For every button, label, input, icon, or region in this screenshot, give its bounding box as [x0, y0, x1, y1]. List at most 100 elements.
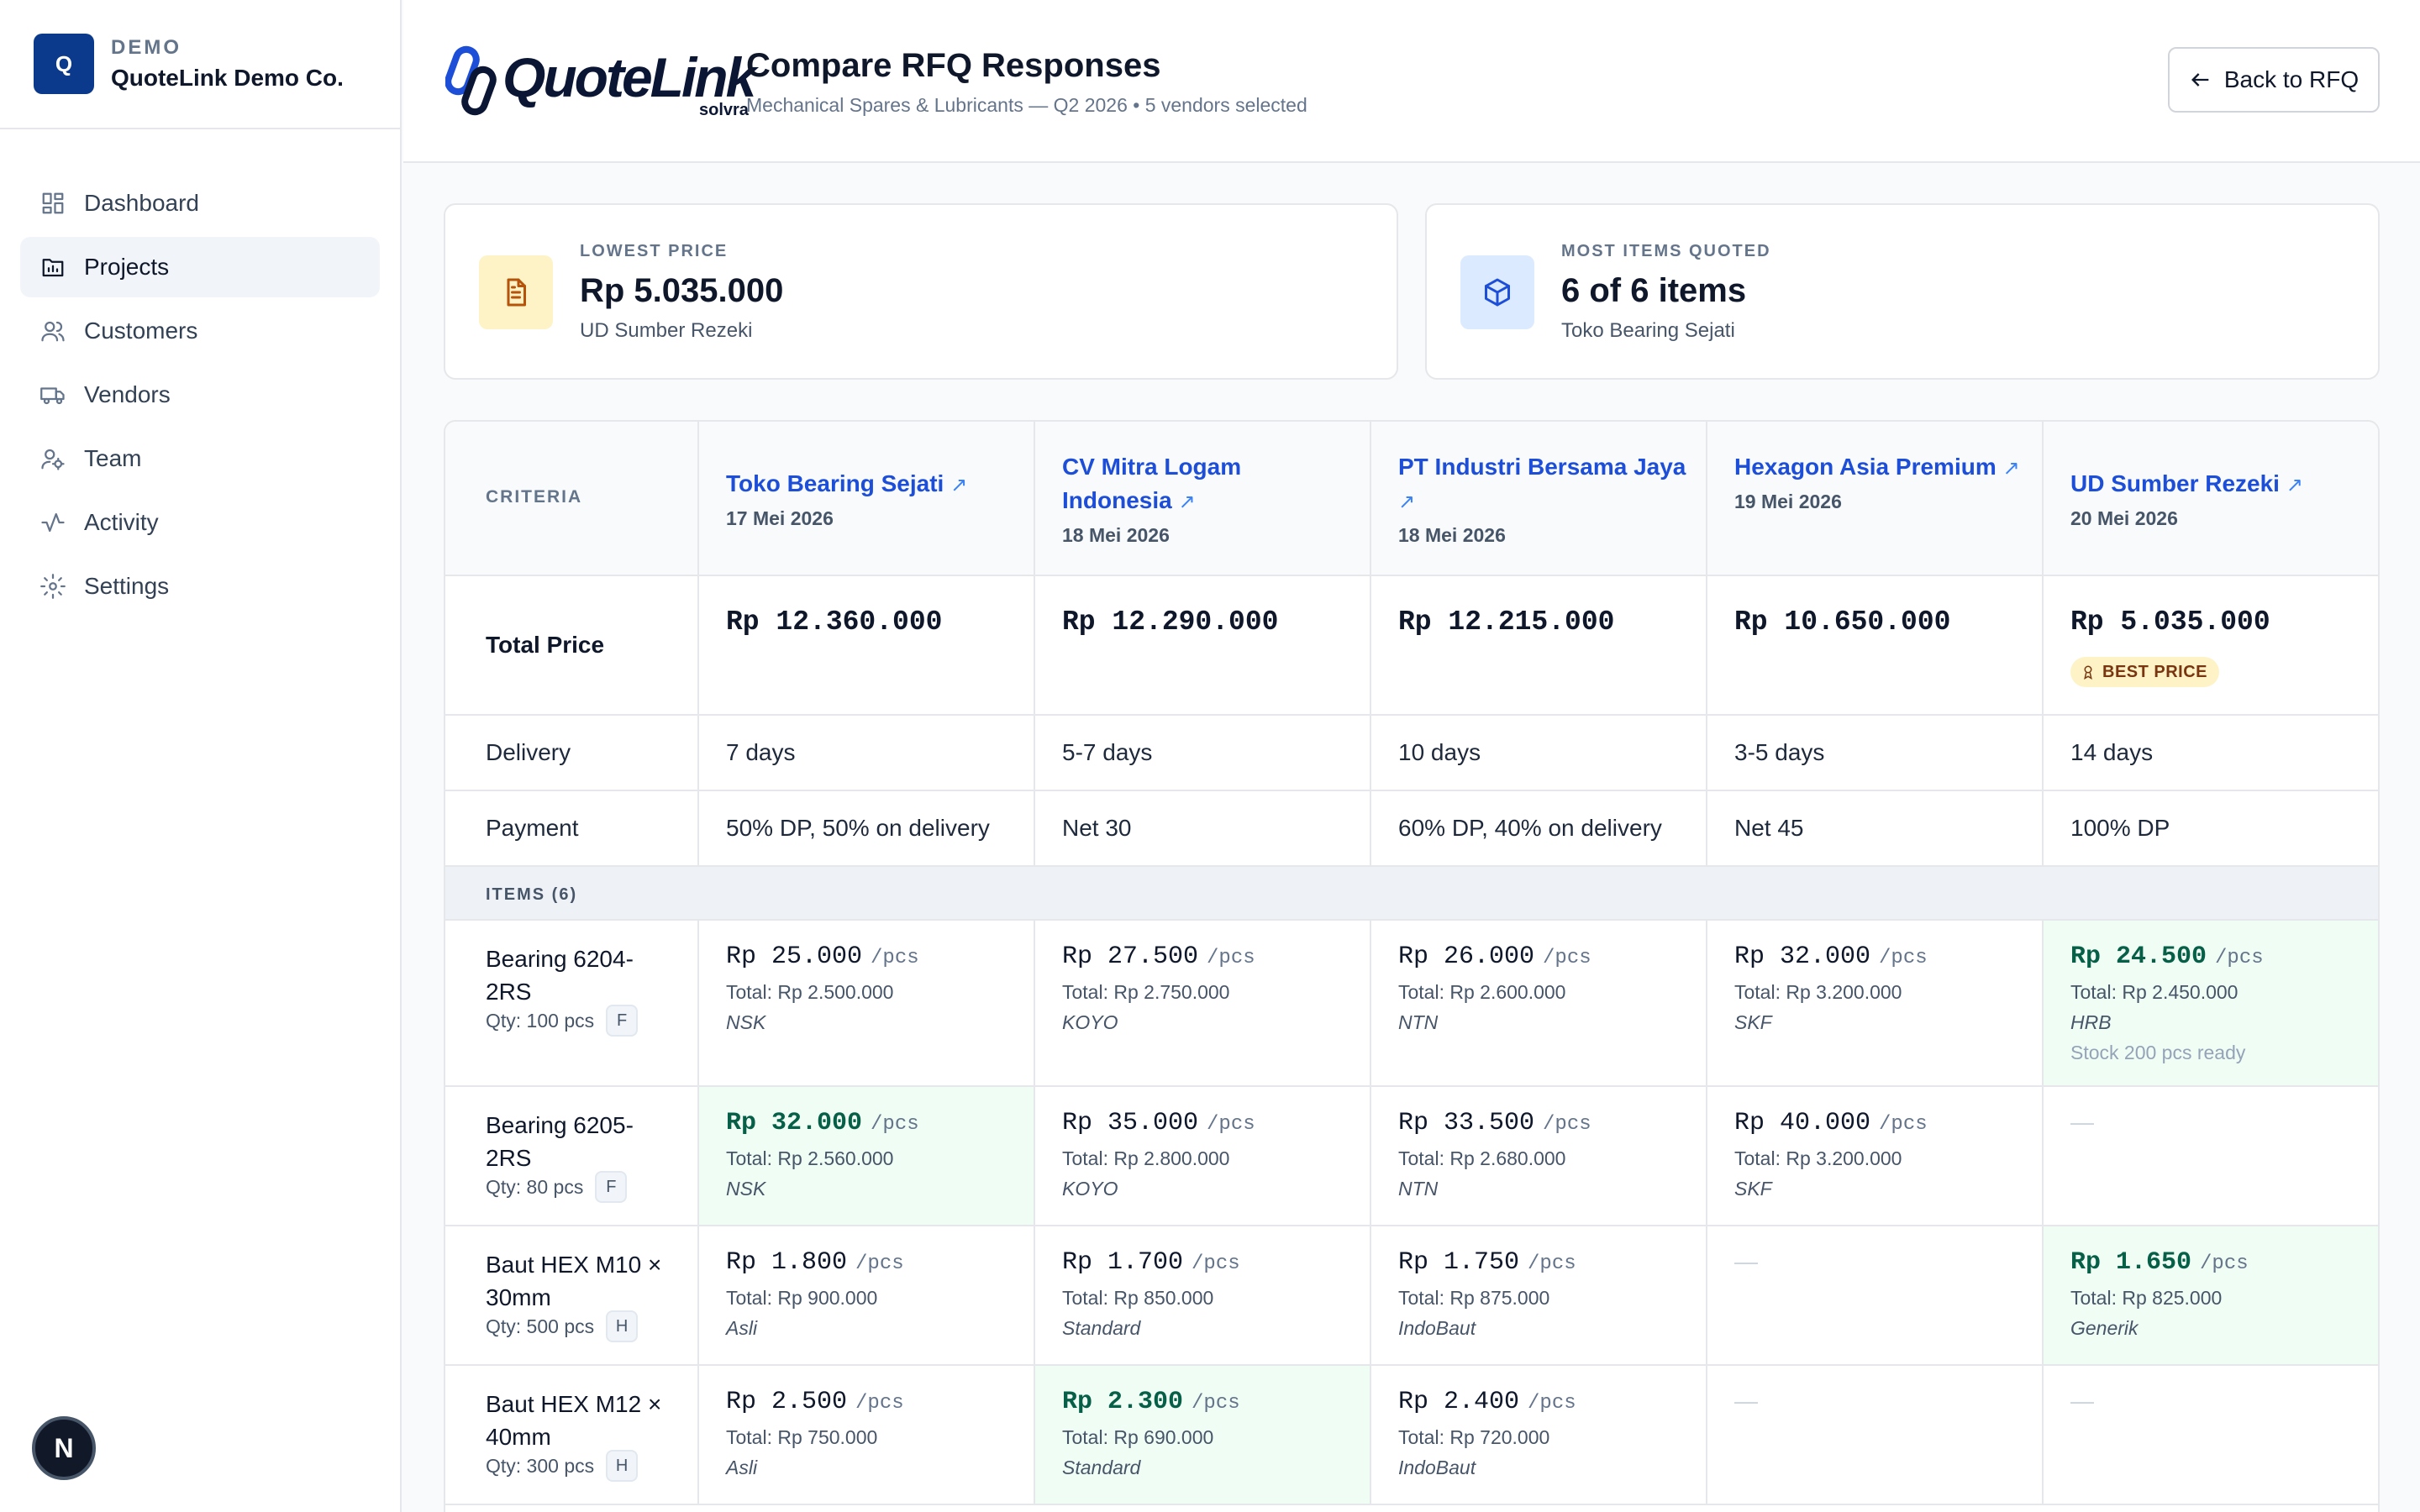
sidebar-item-label: Settings [84, 573, 170, 599]
price-unit: /pcs [855, 1252, 904, 1275]
item-brand: NSK [726, 1011, 766, 1033]
table-header-row: CRITERIA Toko Bearing Sejati ↗ 17 Mei 20… [445, 422, 2378, 576]
page-header: QuoteLink solvra Compare RFQ Responses M… [403, 0, 2420, 163]
item-category-badge: H [606, 1310, 639, 1342]
unit-price: Rp 1.800/pcs [726, 1248, 904, 1277]
sidebar-item-settings[interactable]: Settings [20, 556, 380, 617]
unit-price: Rp 2.400/pcs [1398, 1388, 1576, 1416]
item-brand: IndoBaut [1398, 1457, 1476, 1478]
card-label: LOWEST PRICE [580, 242, 729, 260]
sidebar-nav: Dashboard Projects Customers Vendors Tea… [0, 129, 400, 617]
quote-cell: Rp 2.500/pcs Total: Rp 750.000 Asli [699, 1366, 1035, 1504]
brand-header: Q DEMO QuoteLink Demo Co. [0, 0, 400, 129]
vendor-link[interactable]: Toko Bearing Sejati ↗ [726, 467, 1017, 502]
quote-cell: Rp 1.750/pcs Total: Rp 875.000 IndoBaut [1371, 1226, 1707, 1364]
row-label: Payment [486, 815, 579, 841]
sidebar-item-projects[interactable]: Projects [20, 237, 380, 297]
item-qty: Qty: 300 pcs [486, 1454, 595, 1477]
team-icon [41, 449, 65, 470]
delivery-value: 14 days [2070, 739, 2154, 765]
item-brand: Asli [726, 1317, 758, 1339]
item-qty: Qty: 100 pcs [486, 1009, 595, 1032]
total-price-value: Rp 12.215.000 [1398, 606, 1615, 638]
item-row: Bearing 6204-2RS Qty: 100 pcs F Rp 25.000/p… [445, 921, 2378, 1087]
item-brand: Asli [726, 1457, 758, 1478]
item-name: Bearing 6205-2RS [486, 1112, 634, 1171]
dev-tools-button[interactable]: N [32, 1416, 96, 1480]
lowest-price-card: LOWEST PRICE Rp 5.035.000 UD Sumber Reze… [444, 203, 1398, 380]
quote-cell: Rp 35.000/pcs Total: Rp 2.800.000 KOYO [1035, 1087, 1371, 1225]
unit-price: Rp 24.500/pcs [2070, 942, 2264, 971]
item-brand: Generik [2070, 1317, 2139, 1339]
item-category-badge: H [606, 1450, 639, 1482]
back-button-label: Back to RFQ [2223, 66, 2360, 92]
workspace-name[interactable]: QuoteLink Demo Co. [111, 65, 344, 92]
card-value: 6 of 6 items [1561, 272, 1747, 309]
settings-icon [40, 574, 66, 599]
sidebar-item-label: Vendors [84, 381, 171, 407]
item-brand: KOYO [1062, 1011, 1118, 1033]
quote-cell: Rp 26.000/pcs Total: Rp 2.600.000 NTN [1371, 921, 1707, 1085]
vendor-link[interactable]: CV Mitra Logam Indonesia ↗ [1062, 450, 1353, 519]
item-brand: NTN [1398, 1011, 1439, 1033]
quotelink-logo[interactable]: QuoteLink solvra [445, 40, 756, 121]
quote-cell: — [1707, 1366, 2044, 1504]
item-brand: HRB [2070, 1011, 2112, 1033]
card-vendor: Toko Bearing Sejati [1561, 319, 1735, 342]
unit-price: Rp 33.500/pcs [1398, 1109, 1591, 1137]
comparison-table: CRITERIA Toko Bearing Sejati ↗ 17 Mei 20… [444, 420, 2380, 1512]
line-total: Total: Rp 2.450.000 [2070, 981, 2238, 1003]
criteria-header: CRITERIA [486, 487, 583, 507]
payment-value: 100% DP [2070, 815, 2170, 841]
item-name: Baut HEX M12 × 40mm [486, 1391, 662, 1450]
price-unit: /pcs [871, 947, 919, 969]
card-vendor: UD Sumber Rezeki [580, 319, 753, 342]
item-brand: Standard [1062, 1317, 1141, 1339]
sidebar: Q DEMO QuoteLink Demo Co. Dashboard Proj… [0, 0, 402, 1512]
item-brand: IndoBaut [1398, 1317, 1476, 1339]
sidebar-item-label: Dashboard [84, 190, 199, 216]
vendor-link[interactable]: Hexagon Asia Premium ↗ [1734, 450, 2025, 486]
total-price-value: Rp 12.360.000 [726, 606, 943, 638]
external-link-icon: ↗ [1178, 491, 1196, 513]
vendors-icon [40, 387, 65, 405]
vendor-date: 19 Mei 2026 [1734, 491, 1842, 512]
vendor-link[interactable]: UD Sumber Rezeki ↗ [2070, 467, 2365, 502]
sidebar-item-vendors[interactable]: Vendors [20, 365, 380, 425]
unit-price: Rp 26.000/pcs [1398, 942, 1591, 971]
sidebar-item-label: Projects [84, 254, 170, 280]
item-row: Baut HEX M10 × 30mm Qty: 500 pcs H Rp 1.800… [445, 1226, 2378, 1366]
back-to-rfq-button[interactable]: Back to RFQ [2168, 47, 2380, 113]
card-label: MOST ITEMS QUOTED [1561, 242, 1771, 260]
arrow-left-icon [2191, 73, 2209, 87]
vendor-link[interactable]: PT Industri Bersama Jaya ↗ [1398, 450, 1689, 519]
no-quote-dash: — [1734, 1248, 1758, 1274]
no-quote-dash: — [2070, 1109, 2094, 1135]
sidebar-item-activity[interactable]: Activity [20, 492, 380, 553]
quote-cell: Rp 1.650/pcs Total: Rp 825.000 Generik [2044, 1226, 2378, 1364]
price-unit: /pcs [1528, 1252, 1576, 1275]
sidebar-item-customers[interactable]: Customers [20, 301, 380, 361]
external-link-icon: ↗ [2002, 457, 2020, 480]
sidebar-item-dashboard[interactable]: Dashboard [20, 173, 380, 234]
payment-row: Payment 50% DP, 50% on delivery Net 30 6… [445, 791, 2378, 867]
delivery-value: 3-5 days [1734, 739, 1825, 765]
total-price-value: Rp 10.650.000 [1734, 606, 1951, 638]
external-link-icon: ↗ [950, 474, 968, 496]
best-price-badge: BEST PRICE [2070, 657, 2220, 687]
sidebar-item-label: Customers [84, 318, 198, 344]
delivery-value: 7 days [726, 739, 796, 765]
projects-icon [42, 259, 64, 277]
delivery-row: Delivery 7 days 5-7 days 10 days 3-5 day… [445, 716, 2378, 791]
unit-price: Rp 1.750/pcs [1398, 1248, 1576, 1277]
vendor-column-header: Toko Bearing Sejati ↗ 17 Mei 2026 [699, 422, 1035, 575]
quote-cell: Rp 1.700/pcs Total: Rp 850.000 Standard [1035, 1226, 1371, 1364]
item-qty-line: Qty: 100 pcs F [486, 1005, 639, 1037]
line-total: Total: Rp 690.000 [1062, 1426, 1214, 1448]
brand-logo[interactable]: Q [34, 34, 94, 94]
items-section-label: ITEMS (6) [486, 885, 578, 904]
sidebar-item-team[interactable]: Team [20, 428, 380, 489]
quote-cell: Rp 40.000/pcs Total: Rp 3.200.000 SKF [1707, 1087, 2044, 1225]
external-link-icon: ↗ [2286, 474, 2303, 496]
item-qty: Qty: 500 pcs [486, 1315, 595, 1337]
